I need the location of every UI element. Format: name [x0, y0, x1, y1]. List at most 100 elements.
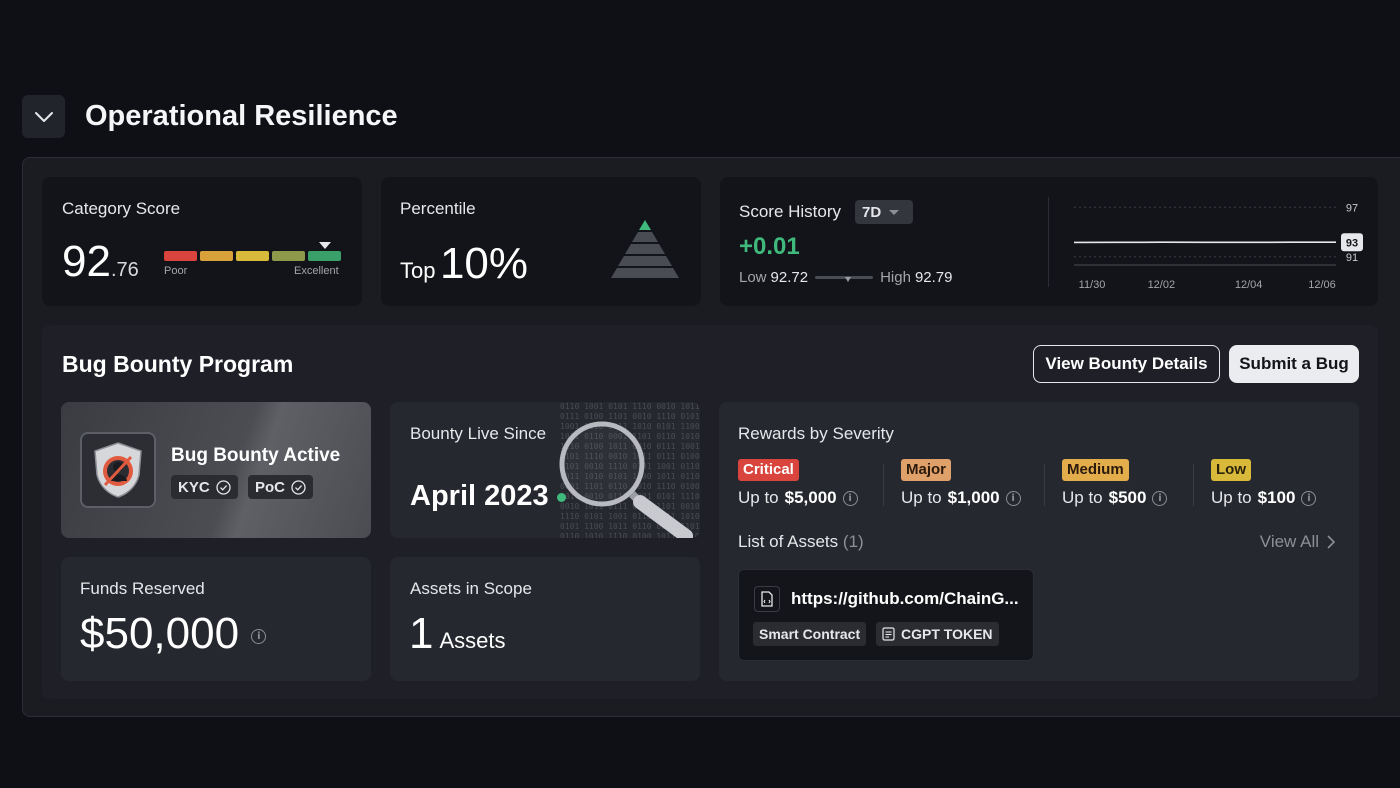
section-header: Operational Resilience — [22, 95, 398, 138]
assets-scope-card: Assets in Scope 1 Assets — [390, 557, 700, 681]
shield-badge — [80, 432, 156, 508]
divider — [1048, 197, 1049, 287]
amount-value: $500 — [1108, 488, 1147, 507]
assets-scope-value: 1 Assets — [409, 609, 506, 659]
asset-item[interactable]: https://github.com/ChainG... Smart Contr… — [738, 569, 1034, 661]
severity-badge: Medium — [1062, 459, 1129, 481]
high-value: 92.79 — [914, 269, 953, 286]
score-meter-segment — [308, 251, 341, 261]
bug-bounty-title: Bug Bounty Program — [62, 351, 294, 377]
low-label: Low — [739, 269, 767, 286]
assets-unit: Assets — [439, 628, 506, 653]
amount-prefix: Up to — [738, 488, 779, 507]
score-history-label: Score History — [739, 202, 842, 221]
amount-prefix: Up to — [901, 488, 942, 507]
severity-low: Low Up to $100 i — [1211, 459, 1317, 508]
info-icon[interactable]: i — [1152, 490, 1168, 506]
bounty-live-card: 0110 1001 0101 1110 0010 1011 0111 0100 … — [390, 402, 700, 538]
bug-bounty-card: Bug Bounty Program View Bounty Details S… — [42, 325, 1378, 699]
magnifier-icon — [559, 421, 693, 538]
severity-amount: Up to $5,000 i — [738, 488, 858, 508]
divider — [883, 464, 884, 506]
score-history-card: Score History 7D +0.01 Low 92.72 High 92.7… — [720, 177, 1378, 306]
percentile-label: Percentile — [400, 199, 476, 218]
live-since-date: April 2023 — [410, 480, 549, 512]
current-value-label: 93 — [1346, 238, 1358, 250]
severity-badge: Low — [1211, 459, 1251, 481]
funds-reserved-card: Funds Reserved $50,000 i — [61, 557, 371, 681]
assets-list-label: List of Assets — [738, 532, 839, 551]
funds-reserved-label: Funds Reserved — [80, 579, 205, 598]
range-value: 7D — [862, 203, 882, 221]
amount-prefix: Up to — [1211, 488, 1252, 507]
severity-amount: Up to $100 i — [1211, 488, 1317, 508]
category-score-card: Category Score 92.76 Poor Excellent — [42, 177, 362, 306]
check-circle-icon — [291, 479, 306, 495]
low-high-range: Low 92.72 High 92.79 — [739, 269, 952, 286]
view-bounty-details-button[interactable]: View Bounty Details — [1033, 345, 1220, 383]
range-track — [815, 276, 874, 282]
severity-badge: Critical — [738, 459, 799, 481]
score-pointer-icon — [319, 242, 331, 249]
amount-value: $100 — [1257, 488, 1296, 507]
funds-reserved-value: $50,000 i — [80, 609, 267, 659]
submit-bug-button[interactable]: Submit a Bug — [1229, 345, 1359, 383]
bounty-active-card: Bug Bounty Active KYC PoC — [61, 402, 371, 538]
rewards-label: Rewards by Severity — [738, 424, 894, 443]
range-dropdown[interactable]: 7D — [855, 200, 913, 224]
section-title: Operational Resilience — [85, 100, 398, 132]
y-tick-label: 91 — [1346, 252, 1358, 264]
resilience-panel: Category Score 92.76 Poor Excellent Perc… — [22, 157, 1400, 717]
info-icon[interactable]: i — [842, 490, 858, 506]
tag-label: CGPT TOKEN — [901, 626, 993, 642]
divider — [1044, 464, 1045, 506]
bounty-active-title: Bug Bounty Active — [171, 445, 341, 466]
score-low-label: Poor — [164, 265, 188, 277]
score-meter-segment — [164, 251, 197, 261]
high-label: High — [880, 269, 911, 286]
info-icon[interactable]: i — [1301, 490, 1317, 506]
divider — [1193, 464, 1194, 506]
assets-scope-label: Assets in Scope — [410, 579, 532, 598]
collapse-button[interactable] — [22, 95, 65, 138]
file-code-icon — [754, 586, 780, 612]
info-icon[interactable]: i — [251, 628, 267, 644]
pyramid-icon — [611, 220, 679, 278]
document-icon — [882, 627, 895, 641]
low-value: 92.72 — [770, 269, 809, 286]
percentile-prefix: Top — [400, 258, 436, 283]
kyc-chip: KYC — [171, 475, 238, 499]
score-meter-segment — [236, 251, 269, 261]
amount-value: $1,000 — [947, 488, 1000, 507]
score-integer: 92 — [62, 237, 111, 286]
severity-critical: Critical Up to $5,000 i — [738, 459, 858, 508]
poc-label: PoC — [255, 478, 285, 496]
amount-value: $5,000 — [784, 488, 837, 507]
tag-label: Smart Contract — [759, 626, 861, 642]
score-delta: +0.01 — [739, 233, 800, 260]
chevron-right-icon — [1327, 535, 1335, 549]
category-score-value: 92.76 — [62, 237, 139, 287]
rewards-card: Rewards by Severity Critical Up to $5,000… — [719, 402, 1359, 681]
severity-medium: Medium Up to $500 i — [1062, 459, 1168, 508]
percentile-value: Top 10% — [400, 239, 528, 289]
info-icon[interactable]: i — [1005, 490, 1021, 506]
score-decimal: .76 — [110, 259, 139, 281]
x-tick-label: 12/02 — [1148, 279, 1176, 291]
score-meter-segment — [200, 251, 233, 261]
live-since-label: Bounty Live Since — [410, 424, 547, 443]
amount-prefix: Up to — [1062, 488, 1103, 507]
check-circle-icon — [216, 479, 231, 495]
kyc-label: KYC — [178, 478, 210, 496]
x-tick-label: 12/06 — [1308, 279, 1336, 291]
x-tick-label: 12/04 — [1235, 279, 1263, 291]
assets-list-heading: List of Assets (1) — [738, 532, 864, 552]
assets-list-count: (1) — [842, 532, 864, 551]
view-all-link[interactable]: View All — [1260, 532, 1335, 552]
category-score-label: Category Score — [62, 199, 181, 218]
score-meter-segment — [272, 251, 305, 261]
score-history-chart: 97 91 93 11/30 12/02 12/04 12/06 — [1074, 202, 1363, 291]
score-high-label: Excellent — [294, 265, 339, 277]
severity-badge: Major — [901, 459, 952, 481]
asset-tag-type: Smart Contract — [753, 622, 867, 646]
